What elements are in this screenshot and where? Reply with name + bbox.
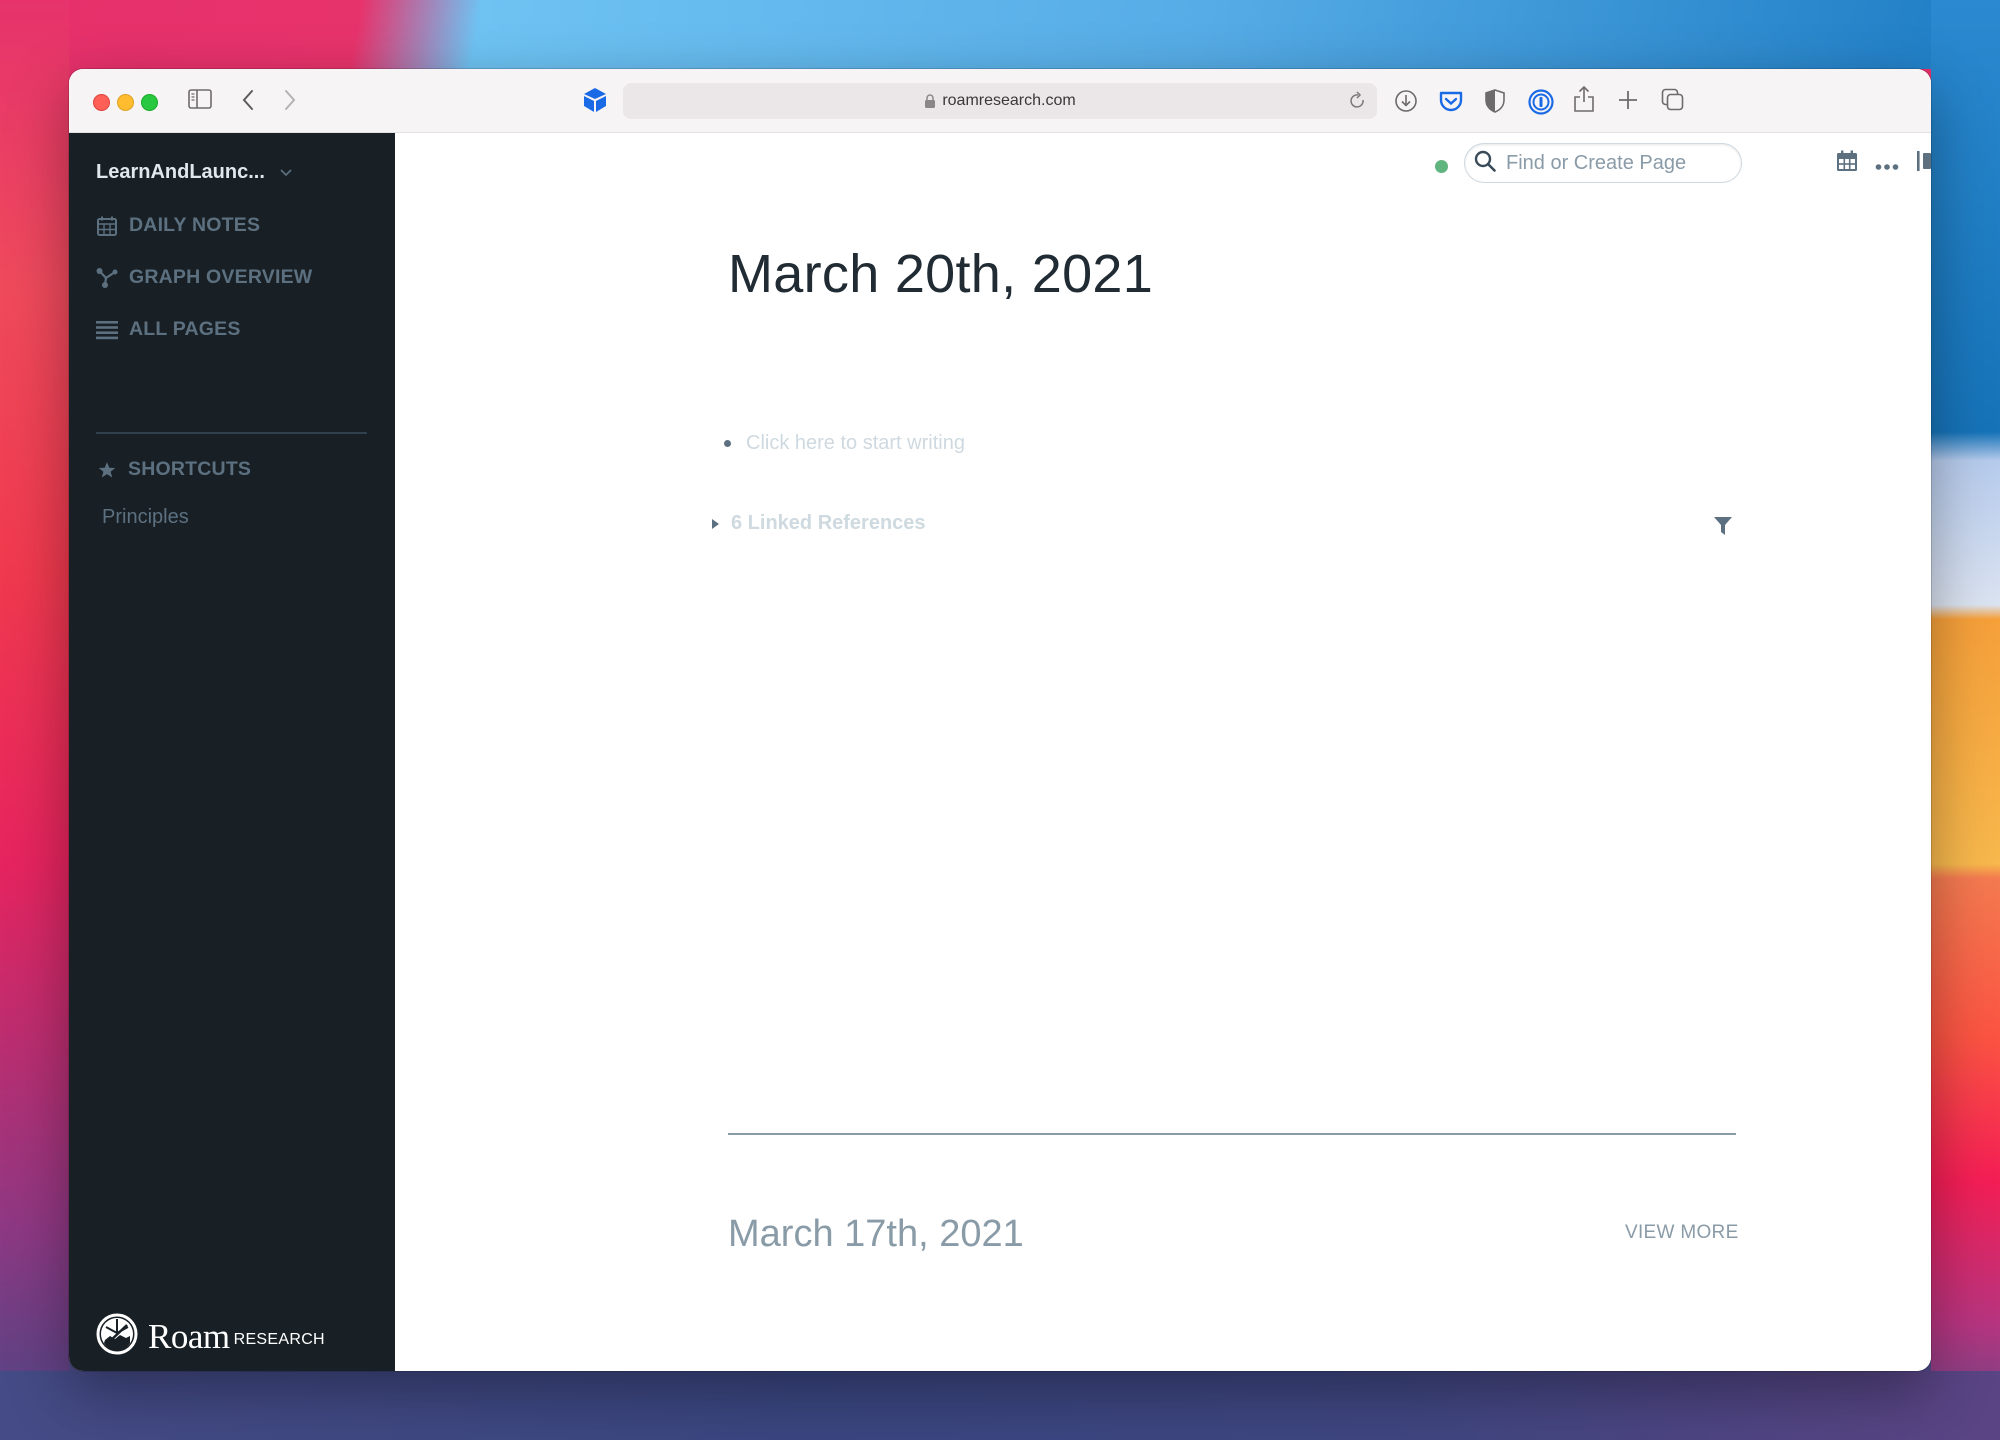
filter-icon[interactable] <box>1713 516 1733 541</box>
more-icon <box>1875 158 1899 176</box>
download-icon[interactable] <box>1394 89 1418 113</box>
sidebar-item-daily-notes[interactable]: DAILY NOTES <box>96 214 260 237</box>
lock-icon <box>924 93 936 109</box>
address-bar[interactable]: roamresearch.com <box>623 83 1377 119</box>
main-content: March 20th, 2021 Click here to start wri… <box>395 133 1931 1371</box>
linked-references-toggle[interactable]: 6 Linked References <box>731 512 926 535</box>
right-sidebar-icon <box>1916 150 1931 177</box>
tabs-overview-icon[interactable] <box>1661 88 1685 112</box>
roam-logo-word: Roam <box>148 1316 230 1356</box>
1password-icon[interactable] <box>1528 89 1554 115</box>
back-icon[interactable] <box>241 89 255 111</box>
sidebar-item-label: DAILY NOTES <box>129 214 261 236</box>
roam-logo-suffix: RESEARCH <box>233 1330 325 1348</box>
privacy-shield-icon[interactable] <box>1485 89 1505 113</box>
sidebar-item-label: GRAPH OVERVIEW <box>129 266 313 288</box>
desktop-wallpaper-left <box>0 0 69 1440</box>
sync-status-indicator <box>1435 160 1448 173</box>
reload-icon[interactable] <box>1349 91 1367 116</box>
forward-icon[interactable] <box>283 89 297 111</box>
chevron-down-icon <box>279 168 293 178</box>
daily-notes-calendar-button[interactable] <box>1836 150 1858 177</box>
graph-name-label: LearnAndLaunc... <box>96 161 265 183</box>
search-input[interactable] <box>1504 150 1728 176</box>
url-text: roamresearch.com <box>942 92 1076 109</box>
left-sidebar: LearnAndLaunc... DAILY NOTES GRAPH OVERV… <box>69 133 395 1371</box>
zoom-window-button[interactable] <box>141 94 158 111</box>
graph-switcher[interactable]: LearnAndLaunc... <box>96 161 293 184</box>
roam-logo-icon <box>96 1313 138 1360</box>
share-icon[interactable] <box>1573 85 1595 113</box>
sidebar-item-graph-overview[interactable]: GRAPH OVERVIEW <box>96 266 312 289</box>
desktop-wallpaper-top <box>0 0 2000 69</box>
list-icon <box>96 319 118 341</box>
view-more-button[interactable]: VIEW MORE <box>1625 1222 1739 1244</box>
more-options-button[interactable] <box>1875 158 1899 176</box>
browser-window: roamresearch.com LearnAndLaunc... DAILY … <box>69 69 1931 1371</box>
pocket-icon[interactable] <box>1439 89 1463 113</box>
desktop-wallpaper-right <box>1931 0 2000 1440</box>
calendar-icon <box>1836 150 1858 177</box>
daily-notes-divider <box>728 1133 1736 1135</box>
desktop-wallpaper-bottom <box>0 1371 2000 1440</box>
sidebar-item-all-pages[interactable]: ALL PAGES <box>96 318 241 341</box>
previous-day-title[interactable]: March 17th, 2021 <box>728 1213 1024 1256</box>
new-tab-icon[interactable] <box>1618 90 1638 110</box>
right-sidebar-toggle[interactable] <box>1916 150 1931 177</box>
block-bullet[interactable] <box>724 440 731 447</box>
roam-research-logo[interactable]: Roam RESEARCH <box>96 1313 325 1360</box>
shortcut-item-principles[interactable]: Principles <box>102 506 189 529</box>
extension-cube-icon[interactable] <box>583 87 607 113</box>
star-icon <box>98 459 116 481</box>
shortcuts-header: SHORTCUTS <box>98 458 251 481</box>
close-window-button[interactable] <box>93 94 110 111</box>
sidebar-item-label: ALL PAGES <box>129 318 241 340</box>
calendar-icon <box>96 215 118 237</box>
minimize-window-button[interactable] <box>117 94 134 111</box>
sidebar-toggle-icon[interactable] <box>188 89 212 109</box>
page-title[interactable]: March 20th, 2021 <box>728 243 1153 305</box>
browser-toolbar: roamresearch.com <box>69 69 1931 133</box>
search-icon <box>1474 150 1496 177</box>
find-or-create-search[interactable] <box>1464 143 1742 183</box>
graph-icon <box>96 267 118 289</box>
sidebar-divider <box>96 432 367 434</box>
empty-block-placeholder[interactable]: Click here to start writing <box>746 432 965 455</box>
shortcuts-label: SHORTCUTS <box>128 458 252 480</box>
caret-right-icon[interactable] <box>712 519 719 529</box>
